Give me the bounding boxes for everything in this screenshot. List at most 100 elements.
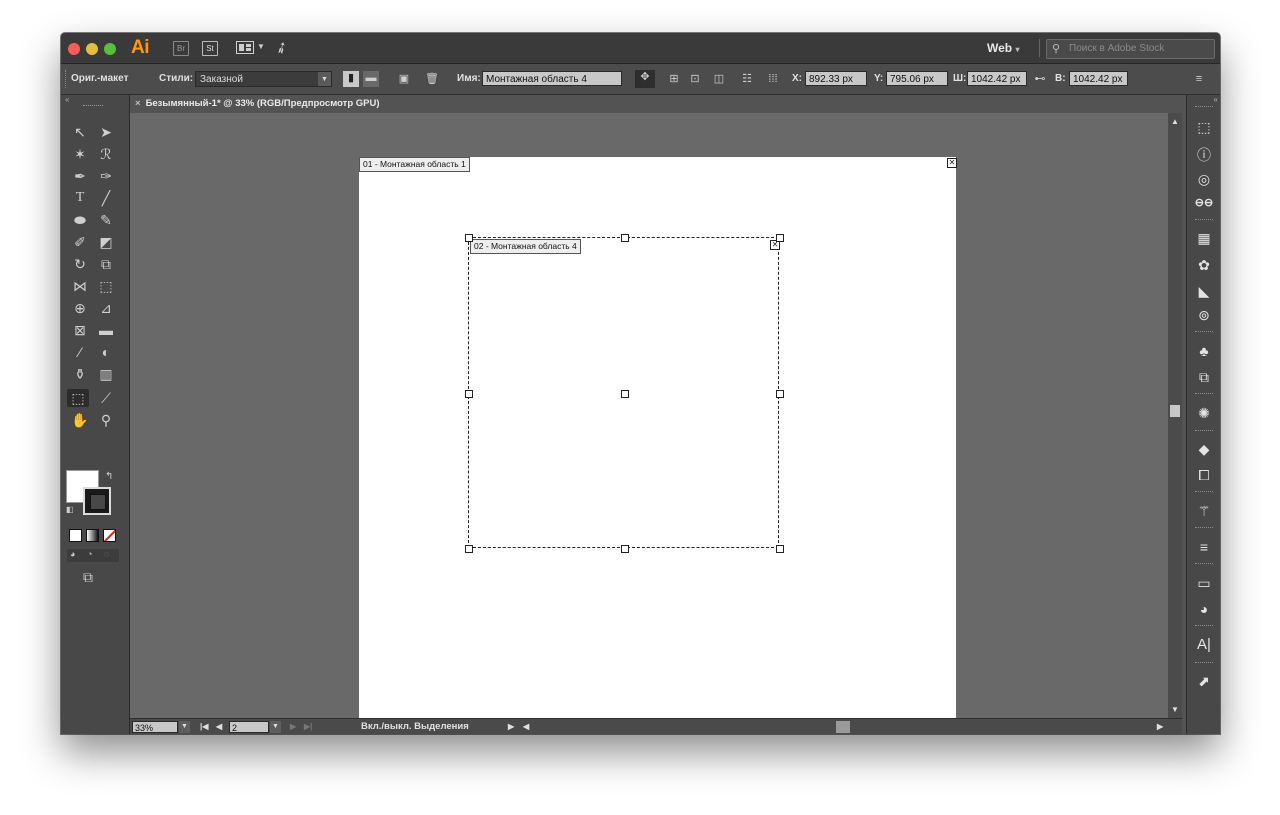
gradient-tool-icon[interactable]: ▬ [95,321,117,339]
grip-handle[interactable] [83,105,103,106]
gpu-performance-icon[interactable]: ➶ [271,36,293,60]
show-center-mark-icon[interactable]: ⊞ [667,72,681,86]
close-tab-icon[interactable]: × [135,98,141,109]
artboard-2-label[interactable]: 02 - Монтажная область 4 [470,239,581,254]
resize-handle-bottom-right[interactable] [776,545,784,553]
graphic-styles-panel-icon[interactable]: ✺ [1192,403,1216,423]
resize-handle-bottom-center[interactable] [621,545,629,553]
grip-handle[interactable] [1195,491,1213,494]
default-fill-stroke-icon[interactable]: ◧ [66,505,74,514]
new-artboard-icon[interactable]: ▣ [397,72,411,86]
width-field[interactable]: 1042.42 px [967,71,1027,86]
stock-button[interactable]: St [202,41,218,56]
scale-tool-icon[interactable]: ⧉ [95,255,117,273]
grip-handle[interactable] [1195,106,1213,109]
resize-handle-middle-left[interactable] [465,390,473,398]
preset-label[interactable]: Ориг.-макет [71,73,128,84]
move-artwork-with-artboard-icon[interactable]: ✥ [635,70,655,88]
info-panel-icon[interactable]: ⓘ [1192,145,1216,165]
show-video-safe-areas-icon[interactable]: ◫ [712,72,726,86]
horizontal-scroll-thumb[interactable] [836,721,850,733]
magic-wand-tool-icon[interactable]: ✶ [69,145,91,163]
scroll-up-icon[interactable]: ▲ [1171,117,1179,126]
hand-tool-icon[interactable]: ✋ [69,411,91,429]
character-panel-icon[interactable]: A| [1192,635,1216,655]
delete-artboard-icon[interactable]: 🗑 [425,72,439,86]
blend-tool-icon[interactable]: ◐ [95,343,117,361]
artboard-list-panel-icon[interactable]: ⧠ [1192,465,1216,485]
status-text[interactable]: Вкл./выкл. Выделения [361,721,469,732]
line-segment-tool-icon[interactable]: ╱ [95,189,117,207]
links-panel-icon[interactable]: ⊖⊖ [1192,193,1216,213]
free-transform-tool-icon[interactable]: ⬚ [95,277,117,295]
artboard-number-field[interactable]: 2 [229,721,269,733]
transparency-panel-icon[interactable]: ⊚ [1192,305,1216,325]
artboard-dropdown-icon[interactable]: ▼ [270,721,281,733]
grip-handle[interactable] [1195,563,1213,566]
color-panel-icon[interactable]: ◕ [1192,599,1216,619]
symbol-sprayer-tool-icon[interactable]: ⚱ [69,365,91,383]
color-mode-icon[interactable] [69,529,82,542]
constrain-proportions-icon[interactable]: ⊷ [1033,72,1047,86]
appearance-panel-icon[interactable]: ◎ [1192,169,1216,189]
zoom-field[interactable]: 33% [132,721,178,733]
portrait-orientation-icon[interactable]: ▮ [343,71,359,87]
bridge-button[interactable]: Br [173,41,189,56]
expand-panels-icon[interactable]: « [1214,95,1218,104]
ellipse-tool-icon[interactable]: ⬬ [69,211,91,229]
zoom-tool-icon[interactable]: ⚲ [95,411,117,429]
scroll-down-icon[interactable]: ▼ [1171,705,1179,714]
screen-mode-icon[interactable]: ⧉ [83,569,93,586]
slice-tool-icon[interactable]: ⟋ [95,389,117,407]
resize-handle-top-right[interactable] [776,234,784,242]
swap-fill-stroke-icon[interactable]: ↰ [105,471,113,482]
grip-handle[interactable] [1195,219,1213,222]
workspace-switcher[interactable]: Web ▾ [987,41,1019,55]
none-mode-icon[interactable] [103,529,116,542]
draw-behind-icon[interactable]: ◔ [87,549,92,559]
stroke-swatch[interactable] [83,487,111,515]
pen-tool-icon[interactable]: ✒ [69,167,91,185]
column-graph-tool-icon[interactable]: ▥ [95,365,117,383]
eyedropper-tool-icon[interactable]: ⁄ [69,343,91,361]
direct-selection-tool-icon[interactable]: ➤ [95,123,117,141]
artboards-panel-icon[interactable]: ⬚ [1192,117,1216,137]
mesh-tool-icon[interactable]: ⊠ [69,321,91,339]
first-artboard-icon[interactable]: |◀ [200,722,208,731]
brushes-panel-icon[interactable]: ⚚ [1192,501,1216,521]
artboard-1-label[interactable]: 01 - Монтажная область 1 [359,157,470,172]
grip-handle[interactable] [1195,393,1213,396]
arrange-documents-icon[interactable] [236,41,254,54]
artboard-name-field[interactable]: Монтажная область 4 [482,71,622,86]
artboard-tool-icon[interactable]: ⬚ [67,389,89,407]
collapse-panel-icon[interactable]: « [65,95,69,104]
paintbrush-tool-icon[interactable]: ✎ [95,211,117,229]
grip-handle[interactable] [1195,625,1213,628]
color-guide-panel-icon[interactable]: ✿ [1192,255,1216,275]
document-tab[interactable]: × Безымянный-1* @ 33% (RGB/Предпросмотр G… [131,96,394,112]
draw-inside-icon[interactable]: ◌ [104,549,109,559]
selection-tool-icon[interactable]: ↖ [69,123,91,141]
shaper-tool-icon[interactable]: ✐ [69,233,91,251]
gradient-mode-icon[interactable] [86,529,99,542]
rotate-tool-icon[interactable]: ↻ [69,255,91,273]
grip-handle[interactable] [65,70,68,88]
artboard-options-icon[interactable]: ☷ [740,72,754,86]
y-field[interactable]: 795.06 px [886,71,948,86]
resize-handle-top-center[interactable] [621,234,629,242]
scroll-right-icon[interactable]: ▶ [1157,722,1163,731]
last-artboard-icon[interactable]: ▶| [304,722,312,731]
next-artboard-icon[interactable]: ▶ [290,722,296,731]
status-menu-icon[interactable]: ▶ [508,722,514,731]
minimize-window-button[interactable] [86,43,98,55]
curvature-tool-icon[interactable]: ✑ [95,167,117,185]
lasso-tool-icon[interactable]: ℛ [95,145,117,163]
landscape-orientation-icon[interactable]: ▬ [363,71,379,87]
gradient-panel-icon[interactable]: ◣ [1192,281,1216,301]
maximize-window-button[interactable] [104,43,116,55]
resize-handle-bottom-left[interactable] [465,545,473,553]
reference-point-icon[interactable]: ⁞⁞⁞ [766,72,780,86]
export-panel-icon[interactable]: ⬈ [1192,671,1216,691]
resize-handle-top-left[interactable] [465,234,473,242]
close-window-button[interactable] [68,43,80,55]
